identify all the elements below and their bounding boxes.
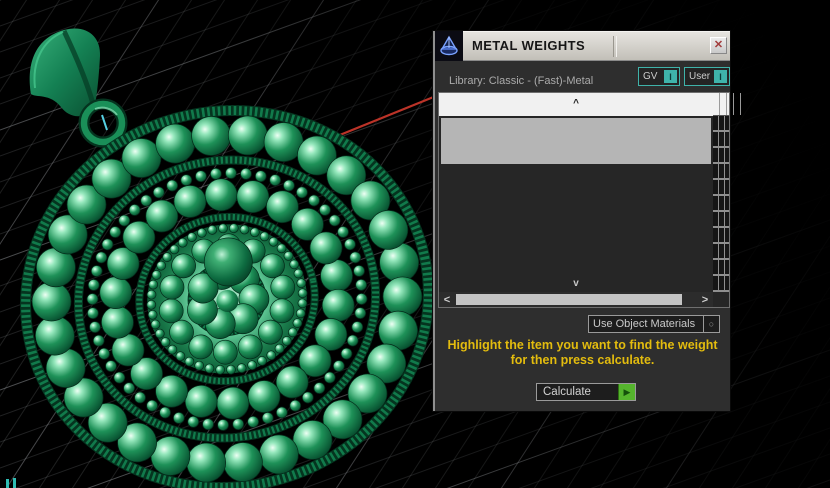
cell-dwt: 3.13 xyxy=(725,244,729,258)
table-row[interactable]: Yellow Gold:9KY4.192.6911.08 xyxy=(713,116,729,132)
hscroll-thumb[interactable] xyxy=(456,294,682,305)
table-row[interactable]: Yellow Gold 22KY:1...4.332.7811.45 xyxy=(713,228,729,244)
user-label: User xyxy=(689,71,711,82)
column-header-dwt: DWT xyxy=(727,93,734,115)
vscroll-thumb[interactable] xyxy=(441,118,711,164)
calculate-label: Calculate xyxy=(543,386,591,398)
cplane-axis-icon xyxy=(6,478,16,488)
instruction-line-2: for then press calculate. xyxy=(510,353,655,367)
table-row[interactable]: Yellow Gold 22KY:1...4.873.1312.88 xyxy=(713,244,729,260)
cell-dwt: 3.75 xyxy=(725,180,729,194)
cell-dwt: 3.75 xyxy=(725,276,729,290)
cell-dwt: 4.35 xyxy=(725,196,729,210)
scroll-down-icon[interactable]: v xyxy=(439,277,713,292)
cell-dwt: 3.75 xyxy=(725,260,729,274)
app-window: METAL WEIGHTS ✕ Library: Classic - (Fast… xyxy=(0,0,830,488)
scroll-left-icon[interactable]: < xyxy=(439,294,455,306)
column-header-grams: Grams xyxy=(720,93,727,115)
vertical-scrollbar[interactable]: ^ v xyxy=(439,93,713,292)
column-header-spg: SPG xyxy=(734,93,741,115)
titlebar-groove xyxy=(613,36,617,57)
table-row[interactable]: Yellow Gold:10KY4.332.7811.45 xyxy=(713,132,729,148)
cell-dwt: 2.78 xyxy=(725,228,729,242)
user-toggle-button[interactable]: User I xyxy=(684,67,730,86)
dropdown-knob-icon: ○ xyxy=(703,316,719,332)
dialog-title: METAL WEIGHTS xyxy=(472,38,586,53)
table-row[interactable]: Yellow Gold:18KY R...5.833.7515.41 xyxy=(713,180,729,196)
table-row[interactable]: Yellow Gold:14KY4.873.1312.88 xyxy=(713,148,729,164)
cell-dwt: 2.78 xyxy=(725,132,729,146)
horizontal-scrollbar[interactable]: < > xyxy=(439,292,713,307)
scroll-up-icon[interactable]: ^ xyxy=(439,93,713,116)
table-row[interactable]: Yellow Gold:22KY6.764.3517.89 xyxy=(713,196,729,212)
calculate-arrow-icon: ▶ xyxy=(618,384,635,400)
scroll-right-icon[interactable]: > xyxy=(697,294,713,306)
table-row[interactable]: Yellow Gold 22KY:1...5.833.7515.41 xyxy=(713,276,729,292)
metal-weights-dialog: METAL WEIGHTS ✕ Library: Classic - (Fast… xyxy=(433,31,741,411)
table-row[interactable]: Yellow Gold 22KY:1...5.833.7515.41 xyxy=(713,260,729,276)
materials-dropdown[interactable]: Use Object Materials ○ xyxy=(588,315,720,333)
gv-label: GV xyxy=(643,71,658,82)
table-row[interactable]: Yellow Gold:18KY5.833.7515.41 xyxy=(713,164,729,180)
table-row[interactable]: Yellow Gold 22KY:9KY4.192.6911.08 xyxy=(713,212,729,228)
pendant-bail xyxy=(29,28,128,148)
cell-dwt: 2.69 xyxy=(725,116,729,130)
cell-dwt: 3.13 xyxy=(725,148,729,162)
metals-table: MetalGramsDWTSPG ^ v Yellow Gold:9KY4.19… xyxy=(438,92,741,308)
table-header-row: MetalGramsDWTSPG xyxy=(713,93,741,116)
gv-toggle-button[interactable]: GV I xyxy=(638,67,680,86)
instruction-text: Highlight the item you want to find the … xyxy=(435,338,730,368)
scrollbar-corner xyxy=(713,292,729,307)
pendant-model[interactable] xyxy=(0,73,464,488)
calculate-button[interactable]: Calculate ▶ xyxy=(536,383,636,401)
column-header-metal: Metal xyxy=(713,93,720,115)
close-icon[interactable]: ✕ xyxy=(710,37,727,54)
materials-dropdown-value: Use Object Materials xyxy=(593,318,696,330)
hscroll-track[interactable] xyxy=(455,294,697,305)
gem-app-icon xyxy=(435,31,463,61)
vscroll-track[interactable] xyxy=(439,116,713,277)
table-body: Yellow Gold:9KY4.192.6911.08Yellow Gold:… xyxy=(713,116,729,292)
dialog-titlebar[interactable]: METAL WEIGHTS ✕ xyxy=(435,31,730,61)
gv-indicator-icon: I xyxy=(664,70,677,83)
instruction-line-1: Highlight the item you want to find the … xyxy=(447,338,718,352)
cell-dwt: 2.69 xyxy=(725,212,729,226)
library-label: Library: Classic - (Fast)-Metal xyxy=(449,75,594,87)
cell-dwt: 3.75 xyxy=(725,164,729,178)
user-indicator-icon: I xyxy=(714,70,727,83)
titlebar-surface: METAL WEIGHTS ✕ xyxy=(463,31,730,61)
